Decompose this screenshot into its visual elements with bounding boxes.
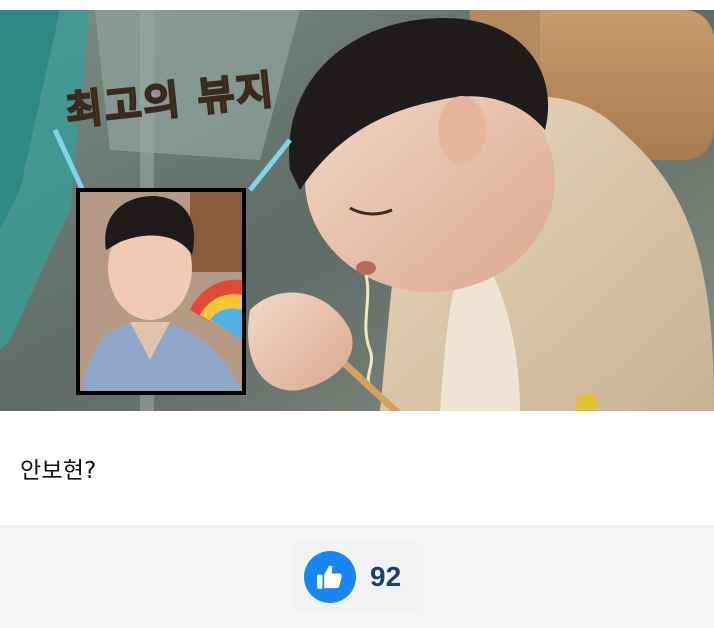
thumbs-up-icon[interactable]	[304, 551, 356, 603]
post-view: 최고의 뷰지 안보현? 92	[0, 0, 714, 628]
like-count: 92	[370, 561, 402, 592]
like-button[interactable]: 92	[292, 541, 424, 613]
post-image: 최고의 뷰지	[0, 10, 714, 411]
reaction-bar: 92	[0, 527, 714, 628]
post-text: 안보현?	[20, 458, 97, 484]
